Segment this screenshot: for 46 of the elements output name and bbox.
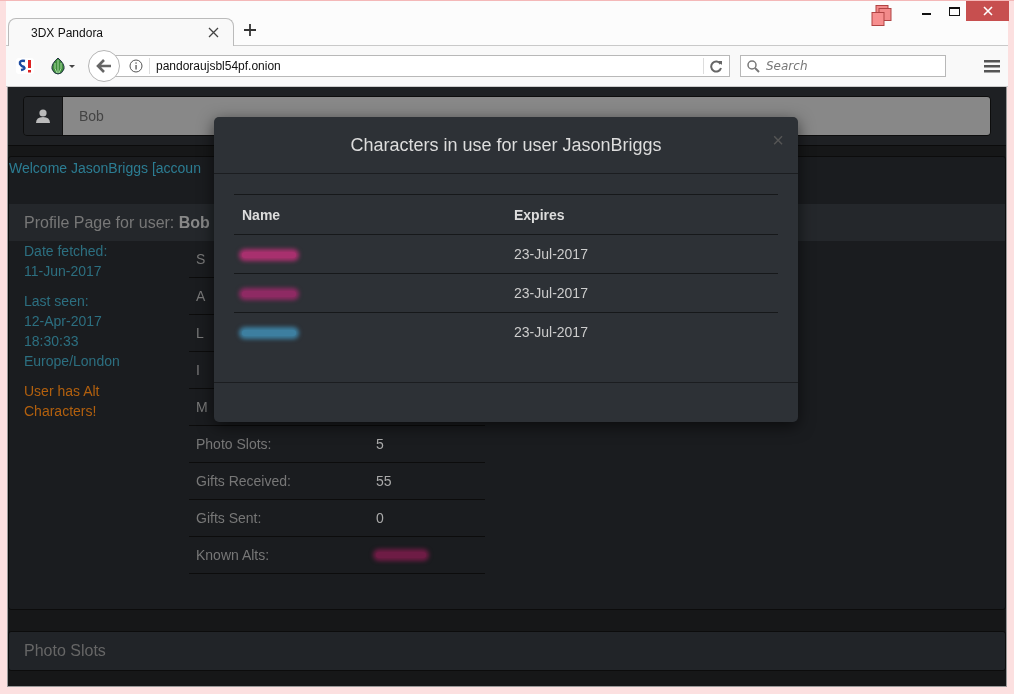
search-field[interactable]: Search: [740, 55, 946, 77]
maximize-icon[interactable]: [949, 7, 960, 17]
close-icon[interactable]: [208, 27, 219, 38]
stat-value: 55: [376, 473, 392, 489]
windows-icon: [871, 5, 893, 27]
address-bar[interactable]: pandoraujsbl54pf.onion: [114, 55, 730, 77]
profile-heading: Profile Page for user: Bob: [24, 213, 210, 232]
reload-icon[interactable]: [710, 59, 723, 73]
table-cell: 23-Jul-2017: [506, 312, 778, 351]
info-text: 11-Jun-2017: [24, 262, 103, 281]
back-arrow-icon: [96, 59, 112, 73]
info-text: 18:30:33: [24, 332, 80, 351]
info-text: 12-Apr-2017: [24, 312, 103, 331]
browser-tab[interactable]: 3DX Pandora: [8, 18, 234, 46]
welcome-text: Welcome JasonBriggs [accoun: [9, 159, 202, 178]
stat-label: L: [196, 325, 205, 341]
stat-value: 5: [376, 436, 384, 452]
menu-icon[interactable]: [984, 59, 1000, 73]
stat-label: I: [196, 362, 201, 378]
back-button[interactable]: [88, 50, 120, 82]
stat-label: Gifts Received:: [196, 473, 292, 489]
close-window-button[interactable]: [966, 1, 1009, 21]
modal-title: Characters in use for user JasonBriggs: [350, 134, 662, 156]
info-text: Europe/London: [24, 352, 121, 371]
stat-label: M: [196, 399, 209, 415]
table-cell: 23-Jul-2017: [506, 273, 778, 313]
close-icon: [982, 6, 993, 16]
column-header: Name: [234, 194, 506, 235]
column-header: Expires: [506, 194, 778, 235]
warning-text: Characters!: [24, 402, 98, 421]
stat-value: 0: [376, 510, 384, 526]
logo-icon[interactable]: [16, 58, 34, 74]
info-icon[interactable]: [129, 59, 143, 73]
info-text: Last seen:: [24, 292, 90, 311]
stat-label: Photo Slots:: [196, 436, 273, 452]
stat-label: Gifts Sent:: [196, 510, 263, 526]
table-cell: 23-Jul-2017: [506, 234, 778, 274]
stat-label: A: [196, 288, 207, 304]
warning-text: User has Alt: [24, 382, 101, 401]
tab-title: 3DX Pandora: [31, 25, 104, 40]
info-text: Date fetched:: [24, 242, 109, 261]
stat-label: S: [196, 251, 207, 267]
new-tab-icon[interactable]: [244, 24, 256, 36]
panel-heading: Photo Slots: [24, 642, 106, 660]
stat-label: Known Alts:: [196, 547, 271, 563]
onion-icon[interactable]: [50, 57, 76, 75]
